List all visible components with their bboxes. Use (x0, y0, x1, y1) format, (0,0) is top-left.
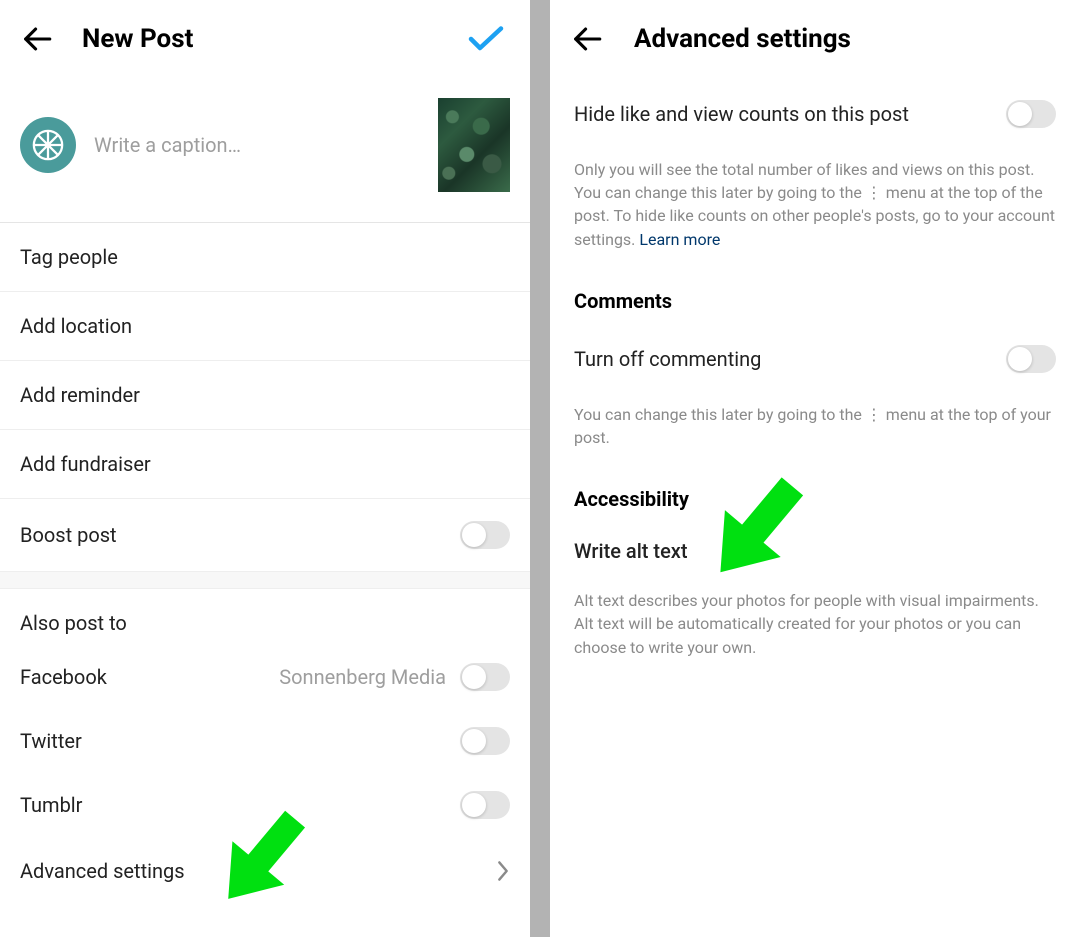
caption-row: Write a caption… (0, 78, 530, 222)
back-arrow-icon[interactable] (570, 22, 604, 56)
advanced-settings-label: Advanced settings (20, 859, 185, 883)
boost-post-toggle[interactable] (460, 521, 510, 549)
back-arrow-icon[interactable] (20, 22, 54, 56)
turn-off-commenting-row: Turn off commenting (550, 323, 1080, 395)
write-alt-text-label: Write alt text (574, 539, 688, 563)
avatar[interactable] (20, 117, 76, 173)
twitter-toggle[interactable] (460, 727, 510, 755)
share-facebook-row: Facebook Sonnenberg Media (0, 645, 530, 709)
add-reminder-row[interactable]: Add reminder (0, 361, 530, 430)
facebook-account: Sonnenberg Media (279, 665, 446, 689)
hide-counts-row: Hide like and view counts on this post (550, 78, 1080, 150)
caption-input[interactable]: Write a caption… (94, 133, 420, 157)
turn-off-commenting-label: Turn off commenting (574, 347, 761, 371)
header: Advanced settings (550, 0, 1080, 78)
page-title: Advanced settings (634, 24, 851, 54)
write-alt-text-row[interactable]: Write alt text (550, 521, 1080, 581)
add-location-row[interactable]: Add location (0, 292, 530, 361)
add-fundraiser-label: Add fundraiser (20, 452, 151, 476)
comments-section-title: Comments (550, 269, 1080, 323)
twitter-label: Twitter (20, 729, 82, 753)
tumblr-label: Tumblr (20, 793, 82, 817)
write-alt-text-description: Alt text describes your photos for peopl… (550, 581, 1080, 677)
hide-counts-label: Hide like and view counts on this post (574, 102, 909, 126)
advanced-settings-screen: Advanced settings Hide like and view cou… (550, 0, 1080, 937)
share-tumblr-row: Tumblr (0, 773, 530, 837)
turn-off-commenting-toggle[interactable] (1006, 345, 1056, 373)
avatar-leaf-icon (31, 128, 65, 162)
tag-people-row[interactable]: Tag people (0, 223, 530, 292)
tumblr-toggle[interactable] (460, 791, 510, 819)
confirm-check-icon[interactable] (468, 25, 504, 53)
hide-counts-toggle[interactable] (1006, 100, 1056, 128)
tag-people-label: Tag people (20, 245, 118, 269)
boost-post-label: Boost post (20, 523, 117, 547)
add-reminder-label: Add reminder (20, 383, 140, 407)
facebook-toggle[interactable] (460, 663, 510, 691)
accessibility-section-title: Accessibility (550, 467, 1080, 521)
post-thumbnail[interactable] (438, 98, 510, 192)
section-divider (0, 571, 530, 589)
hide-counts-description: Only you will see the total number of li… (550, 150, 1080, 269)
boost-post-row[interactable]: Boost post (0, 499, 530, 571)
learn-more-link[interactable]: Learn more (639, 230, 720, 249)
header: New Post (0, 0, 530, 78)
turn-off-commenting-description: You can change this later by going to th… (550, 395, 1080, 467)
page-title: New Post (82, 24, 440, 54)
new-post-screen: New Post Write a caption… Tag people Add… (0, 0, 530, 937)
add-location-label: Add location (20, 314, 132, 338)
also-post-to-label: Also post to (0, 589, 530, 645)
advanced-settings-row[interactable]: Advanced settings (0, 837, 530, 905)
chevron-right-icon (496, 860, 510, 882)
facebook-label: Facebook (20, 665, 107, 689)
share-twitter-row: Twitter (0, 709, 530, 773)
add-fundraiser-row[interactable]: Add fundraiser (0, 430, 530, 499)
